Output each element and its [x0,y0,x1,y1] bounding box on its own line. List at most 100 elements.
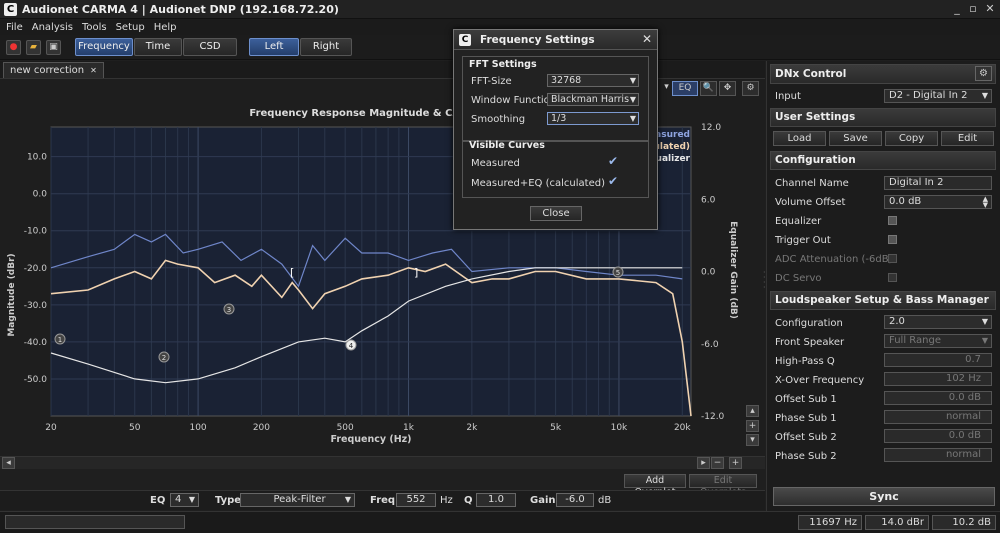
menu-setup[interactable]: Setup [116,22,145,33]
eq-marker-5-label: 5 [616,269,620,277]
copy-button[interactable]: Copy [885,131,938,146]
front-speaker-label: Front Speaker [775,337,845,348]
measured-checkbox-check-icon[interactable]: ✔ [608,154,618,168]
y-tick-label: 0.0 [33,190,48,200]
splitter-handle[interactable]: · · · · [763,269,767,300]
y2-tick-label: -6.0 [701,340,719,350]
high-pass-q-input[interactable]: 0.7 [884,353,992,367]
load-button[interactable]: Load [773,131,826,146]
zoom-out-button[interactable]: − [711,457,724,469]
view-time-button[interactable]: Time [134,38,182,56]
menu-help[interactable]: Help [154,22,177,33]
freq-input[interactable]: 552 [396,493,436,507]
x-tick-label: 1k [403,423,415,433]
save-disk-icon[interactable]: ▣ [46,40,61,55]
spinner-arrows-icon[interactable]: ▲ ▼ [983,196,988,209]
eq-bandwidth-right-bracket: ] [414,266,418,279]
y2-tick-label: 12.0 [701,123,721,133]
menu-tools[interactable]: Tools [82,22,107,33]
channel-right-button[interactable]: Right [300,38,352,56]
x-tick-label: 2k [466,423,478,433]
eq-band-select[interactable]: 4 ▼ [170,493,199,507]
filter-type-value: Peak-Filter [273,494,326,505]
add-overplot-button[interactable]: Add Overplot [624,474,686,498]
phase-sub2-input[interactable]: normal [884,448,992,462]
fft-size-select[interactable]: 32768 ▼ [547,74,639,87]
dnx-settings-gear-icon[interactable]: ⚙ [975,66,992,81]
gain-input[interactable]: -6.0 [556,493,594,507]
fft-settings-title: FFT Settings [469,59,537,70]
volume-offset-spinbox[interactable]: 0.0 dB ▲ ▼ [884,195,992,209]
edit-overplots-button[interactable]: Edit Overplots [689,474,757,498]
dnx-control-header: DNx Control [770,64,996,84]
hscroll-right-button[interactable]: ▸ [697,457,710,469]
record-icon[interactable]: ● [6,40,21,55]
tab-close-icon[interactable]: ✕ [90,63,97,78]
input-select[interactable]: D2 - Digital In 2 ▼ [884,89,992,103]
chevron-down-icon: ▼ [981,91,988,100]
plot-settings-gear-icon[interactable]: ⚙ [742,81,759,96]
x-tick-label: 20k [674,423,691,433]
trigger-out-checkbox[interactable] [888,235,897,244]
freq-unit: Hz [440,495,453,506]
channel-name-label: Channel Name [775,178,849,189]
fft-size-value: 32768 [551,75,582,86]
smoothing-select[interactable]: 1/3 ▼ [547,112,639,125]
chevron-down-icon: ▼ [344,495,351,504]
plot-toolbar-dropdown-icon[interactable]: ▾ [662,81,671,96]
vscroll-down-button[interactable]: ▾ [746,434,759,446]
dialog-logo-icon: C [459,34,471,46]
front-speaker-select[interactable]: Full Range ▼ [884,334,992,348]
measured-eq-curve-label: Measured+EQ (calculated) [471,178,605,189]
open-folder-icon[interactable]: ▰ [26,40,41,55]
y2-axis-label: Equalizer Gain (dB) [728,221,738,319]
x-tick-label: 100 [189,423,206,433]
save-button[interactable]: Save [829,131,882,146]
restore-button[interactable]: ▫ [966,2,980,16]
edit-button[interactable]: Edit [941,131,994,146]
dialog-close-icon[interactable]: ✕ [642,32,652,46]
dc-servo-checkbox[interactable] [888,273,897,282]
zoom-in-button[interactable]: + [729,457,742,469]
vscroll-up-button[interactable]: ▴ [746,405,759,417]
window-title: Audionet CARMA 4 | Audionet DNP (192.168… [22,2,339,16]
phase-sub1-input[interactable]: normal [884,410,992,424]
minimize-button[interactable]: _ [950,2,964,16]
channel-left-button[interactable]: Left [249,38,299,56]
adc-attenuation-checkbox[interactable] [888,254,897,263]
view-csd-button[interactable]: CSD [183,38,237,56]
dialog-close-button[interactable]: Close [530,206,582,221]
eq-marker-1-label: 1 [58,336,62,344]
eq-marker-2-label: 2 [162,354,166,362]
status-frequency: 11697 Hz [798,515,862,530]
measured-eq-checkbox-check-icon[interactable]: ✔ [608,174,618,188]
speaker-configuration-select[interactable]: 2.0 ▼ [884,315,992,329]
zoom-icon[interactable]: 🔍 [700,81,717,96]
horizontal-scrollbar[interactable] [0,456,765,469]
offset-sub2-input[interactable]: 0.0 dB [884,429,992,443]
x-tick-label: 50 [129,423,141,433]
pan-icon[interactable]: ✥ [719,81,736,96]
eq-marker-3-label: 3 [227,306,231,314]
eq-toggle-button[interactable]: EQ [672,81,698,96]
menu-analysis[interactable]: Analysis [32,22,73,33]
equalizer-checkbox[interactable] [888,216,897,225]
sync-button[interactable]: Sync [773,487,995,506]
channel-name-input[interactable]: Digital In 2 [884,176,992,190]
tab-new-correction[interactable]: new correction ✕ [3,62,104,78]
xover-frequency-input[interactable]: 102 Hz [884,372,992,386]
x-tick-label: 20 [45,423,57,433]
offset-sub1-input[interactable]: 0.0 dB [884,391,992,405]
phase-sub1-label: Phase Sub 1 [775,413,837,424]
volume-offset-label: Volume Offset [775,197,846,208]
window-function-select[interactable]: Blackman Harris ▼ [547,93,639,106]
view-frequency-button[interactable]: Frequency [75,38,133,56]
menu-file[interactable]: File [6,22,23,33]
q-input[interactable]: 1.0 [476,493,516,507]
hscroll-left-button[interactable]: ◂ [2,457,15,469]
y2-tick-label: -12.0 [701,412,725,422]
vscroll-plus-button[interactable]: + [746,420,759,432]
front-speaker-value: Full Range [889,335,941,346]
close-window-button[interactable]: ✕ [983,2,997,16]
filter-type-select[interactable]: Peak-Filter ▼ [240,493,355,507]
